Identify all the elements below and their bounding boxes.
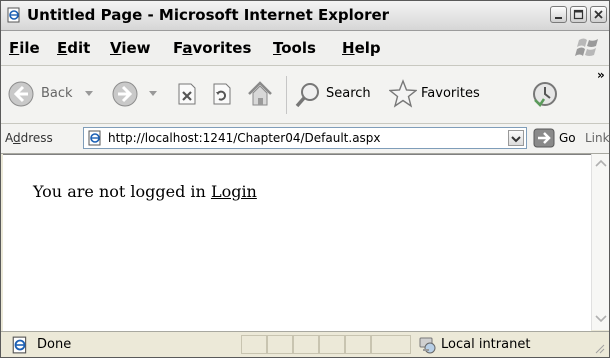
page-icon: [88, 130, 101, 146]
resize-grip-icon[interactable]: [593, 342, 605, 354]
menu-bar: File Edit View Favorites Tools Help: [1, 31, 609, 66]
title-bar[interactable]: Untitled Page - Microsoft Internet Explo…: [1, 1, 609, 31]
intranet-icon: [419, 337, 436, 354]
login-link[interactable]: Login: [211, 182, 257, 201]
address-bar: Address http://localhost:1241/Chapter04/…: [1, 124, 609, 154]
status-panel: [293, 335, 319, 354]
scroll-up-arrow-icon[interactable]: [595, 158, 607, 168]
maximize-icon: [573, 9, 584, 20]
status-panel: [371, 335, 411, 354]
address-url: http://localhost:1241/Chapter04/Default.…: [108, 131, 381, 145]
toolbar-separator: [286, 76, 287, 114]
scroll-down-arrow-icon[interactable]: [595, 314, 607, 324]
favorites-label: Favorites: [421, 86, 480, 101]
links-label[interactable]: Links: [585, 131, 609, 145]
forward-button[interactable]: [111, 66, 159, 123]
menu-edit[interactable]: Edit: [57, 39, 90, 57]
login-status-message: You are not logged in Login: [33, 182, 257, 201]
back-label: Back: [41, 86, 73, 101]
standard-toolbar: Back Search Favorites »: [1, 66, 609, 124]
refresh-button[interactable]: [205, 66, 237, 123]
menu-file[interactable]: File: [9, 39, 40, 57]
favorites-button[interactable]: Favorites: [389, 66, 493, 123]
status-text: Done: [37, 337, 72, 352]
page-content: You are not logged in Login: [3, 154, 591, 331]
browser-window: Untitled Page - Microsoft Internet Explo…: [0, 0, 610, 358]
status-panel: [319, 335, 345, 354]
security-zone-label: Local intranet: [441, 337, 531, 352]
minimize-icon: [555, 17, 562, 19]
address-label: Address: [5, 131, 53, 145]
go-button[interactable]: Go: [559, 131, 576, 145]
go-arrow-icon[interactable]: [533, 128, 555, 148]
status-panel: [345, 335, 371, 354]
address-input[interactable]: http://localhost:1241/Chapter04/Default.…: [83, 127, 527, 149]
chevron-down-icon: [511, 136, 521, 143]
minimize-button[interactable]: [550, 6, 567, 23]
status-panel: [241, 335, 267, 354]
back-button[interactable]: Back: [7, 66, 109, 123]
favorites-star-icon: [389, 79, 417, 108]
search-button[interactable]: Search: [295, 66, 379, 123]
maximize-button[interactable]: [570, 6, 587, 23]
windows-flag-icon: [575, 38, 598, 56]
search-label: Search: [326, 86, 371, 101]
menu-help[interactable]: Help: [342, 39, 381, 57]
back-arrow-icon: [8, 81, 34, 107]
status-panel: [267, 335, 293, 354]
address-dropdown-button[interactable]: [508, 130, 524, 146]
search-icon: [295, 83, 319, 108]
forward-arrow-icon: [112, 81, 138, 107]
history-button[interactable]: [527, 66, 563, 123]
back-dropdown-icon: [85, 91, 93, 96]
status-bar: Done Local intranet: [1, 331, 609, 357]
refresh-icon: [213, 83, 231, 105]
ie-page-icon: [7, 7, 20, 23]
menu-favorites[interactable]: Favorites: [173, 39, 251, 57]
stop-icon: [178, 83, 196, 105]
stop-button[interactable]: [170, 66, 202, 123]
forward-dropdown-icon: [149, 91, 157, 96]
window-title: Untitled Page - Microsoft Internet Explo…: [27, 6, 390, 24]
page-icon: [12, 336, 27, 354]
vertical-scrollbar[interactable]: [591, 154, 609, 330]
close-icon: [594, 10, 603, 19]
menu-tools[interactable]: Tools: [273, 39, 316, 57]
close-button[interactable]: [590, 6, 607, 23]
toolbar-overflow-chevron[interactable]: »: [597, 68, 605, 82]
menu-view[interactable]: View: [110, 39, 151, 57]
history-icon: [533, 82, 557, 107]
home-button[interactable]: [241, 66, 277, 123]
home-icon: [248, 81, 272, 106]
